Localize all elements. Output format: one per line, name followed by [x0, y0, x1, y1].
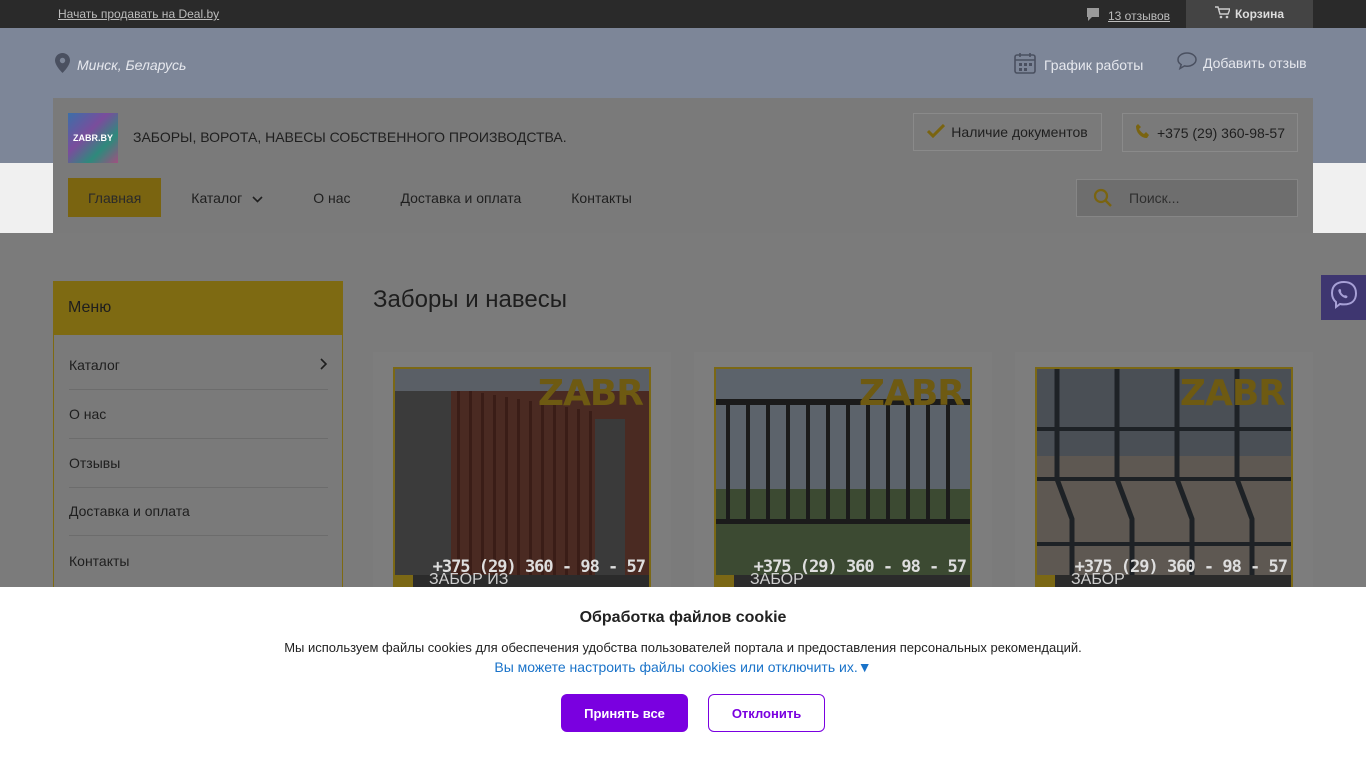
viber-icon — [1329, 280, 1359, 315]
add-review-label[interactable]: Добавить отзыв — [1203, 55, 1307, 71]
sidebar-item-delivery[interactable]: Доставка и оплата — [69, 487, 328, 536]
chevron-right-icon — [320, 357, 328, 373]
nav-item-label: Каталог — [191, 189, 243, 206]
nav-item-about[interactable]: О нас — [288, 178, 375, 217]
phone-button[interactable]: +375 (29) 360-98-57 — [1122, 113, 1298, 152]
sidebar-item-label: О нас — [69, 406, 107, 422]
nav-item-label: Главная — [88, 189, 142, 206]
sidebar-item-reviews[interactable]: Отзывы — [69, 439, 328, 488]
product-brand-watermark: ZABR — [1179, 373, 1286, 414]
accept-all-button[interactable]: Принять все — [561, 694, 688, 732]
product-caption-strip: ЗАБОР — [716, 571, 970, 587]
main-nav: Главная Каталог О нас Доставка и оплата … — [68, 178, 657, 217]
documents-badge[interactable]: Наличие документов — [913, 113, 1102, 151]
sidebar-item-label: Каталог — [69, 357, 120, 373]
start-selling-link[interactable]: Начать продавать на Deal.by — [58, 7, 219, 21]
sidebar-item-about[interactable]: О нас — [69, 390, 328, 439]
viber-button[interactable] — [1321, 275, 1366, 320]
cart-label: Корзина — [1234, 7, 1285, 21]
nav-item-label: Доставка и оплата — [400, 189, 522, 206]
cart-icon — [1214, 6, 1231, 22]
chevron-down-icon — [252, 190, 263, 206]
phone-icon — [1135, 123, 1151, 142]
cart-button[interactable]: Корзина — [1186, 0, 1313, 28]
product-caption-strip: ЗАБОР ИЗ — [395, 571, 649, 587]
product-brand-watermark: ZABR — [858, 373, 965, 414]
search-placeholder: Поиск... — [1129, 190, 1180, 206]
sidebar-item-label: Отзывы — [69, 455, 121, 471]
nav-item-catalog[interactable]: Каталог — [161, 178, 288, 217]
product-image[interactable]: ZABR +375 (29) 360 - 98 - 57 ЗАБОР — [714, 367, 972, 589]
calendar-icon — [1014, 52, 1036, 77]
nav-item-label: О нас — [313, 189, 351, 206]
top-bar: Начать продавать на Deal.by 13 отзывов К… — [0, 0, 1366, 28]
comment-icon — [1086, 7, 1100, 25]
cookie-text: Мы используем файлы cookies для обеспече… — [284, 640, 1082, 655]
sidebar-item-label: Доставка и оплата — [69, 503, 190, 519]
cookie-settings-link[interactable]: Вы можете настроить файлы cookies или от… — [0, 659, 1366, 675]
reviews-link[interactable]: 13 отзывов — [1086, 7, 1170, 25]
cookie-title: Обработка файлов cookie — [579, 609, 787, 626]
sidebar-item-catalog[interactable]: Каталог — [69, 341, 328, 390]
product-image[interactable]: ZABR +375 (29) 360 - 98 - 57 ЗАБОР ИЗ — [393, 367, 651, 589]
nav-item-delivery[interactable]: Доставка и оплата — [376, 178, 547, 217]
product-caption-strip: ЗАБОР — [1037, 571, 1291, 587]
nav-item-contacts[interactable]: Контакты — [546, 178, 656, 217]
sidebar-item-contacts[interactable]: Контакты — [69, 536, 328, 585]
search-input[interactable]: Поиск... — [1076, 179, 1298, 217]
nav-item-home[interactable]: Главная — [68, 178, 162, 217]
map-pin-icon — [55, 53, 70, 76]
sidebar-title: Меню — [53, 281, 343, 335]
product-brand-watermark: ZABR — [537, 373, 644, 414]
checkmark-icon — [927, 123, 946, 141]
product-image[interactable]: ZABR +375 (29) 360 - 98 - 57 ЗАБОР — [1035, 367, 1293, 589]
page-title: Заборы и навесы — [373, 286, 567, 313]
nav-item-label: Контакты — [571, 189, 632, 206]
site-slogan: ЗАБОРЫ, ВОРОТА, НАВЕСЫ СОБСТВЕННОГО ПРОИ… — [133, 129, 567, 145]
documents-label: Наличие документов — [951, 124, 1088, 140]
reviews-count[interactable]: 13 отзывов — [1108, 9, 1170, 23]
add-review-link[interactable]: Добавить отзыв — [1177, 52, 1307, 73]
search-icon[interactable] — [1077, 188, 1129, 208]
sidebar-item-label: Контакты — [69, 552, 130, 569]
schedule-label[interactable]: График работы — [1044, 57, 1143, 73]
site-logo[interactable]: ZABR.BY — [68, 113, 118, 163]
schedule-link[interactable]: График работы — [1014, 52, 1143, 77]
location: Минск, Беларусь — [55, 53, 186, 76]
decline-button[interactable]: Отклонить — [708, 694, 825, 732]
location-text: Минск, Беларусь — [77, 56, 187, 73]
speech-bubble-icon — [1177, 52, 1197, 73]
phone-number[interactable]: +375 (29) 360-98-57 — [1157, 125, 1285, 141]
cookie-banner: Обработка файлов cookie Мы используем фа… — [0, 587, 1366, 768]
sidebar-menu: Каталог О нас Отзывы Доставка и оплата К… — [53, 335, 343, 595]
